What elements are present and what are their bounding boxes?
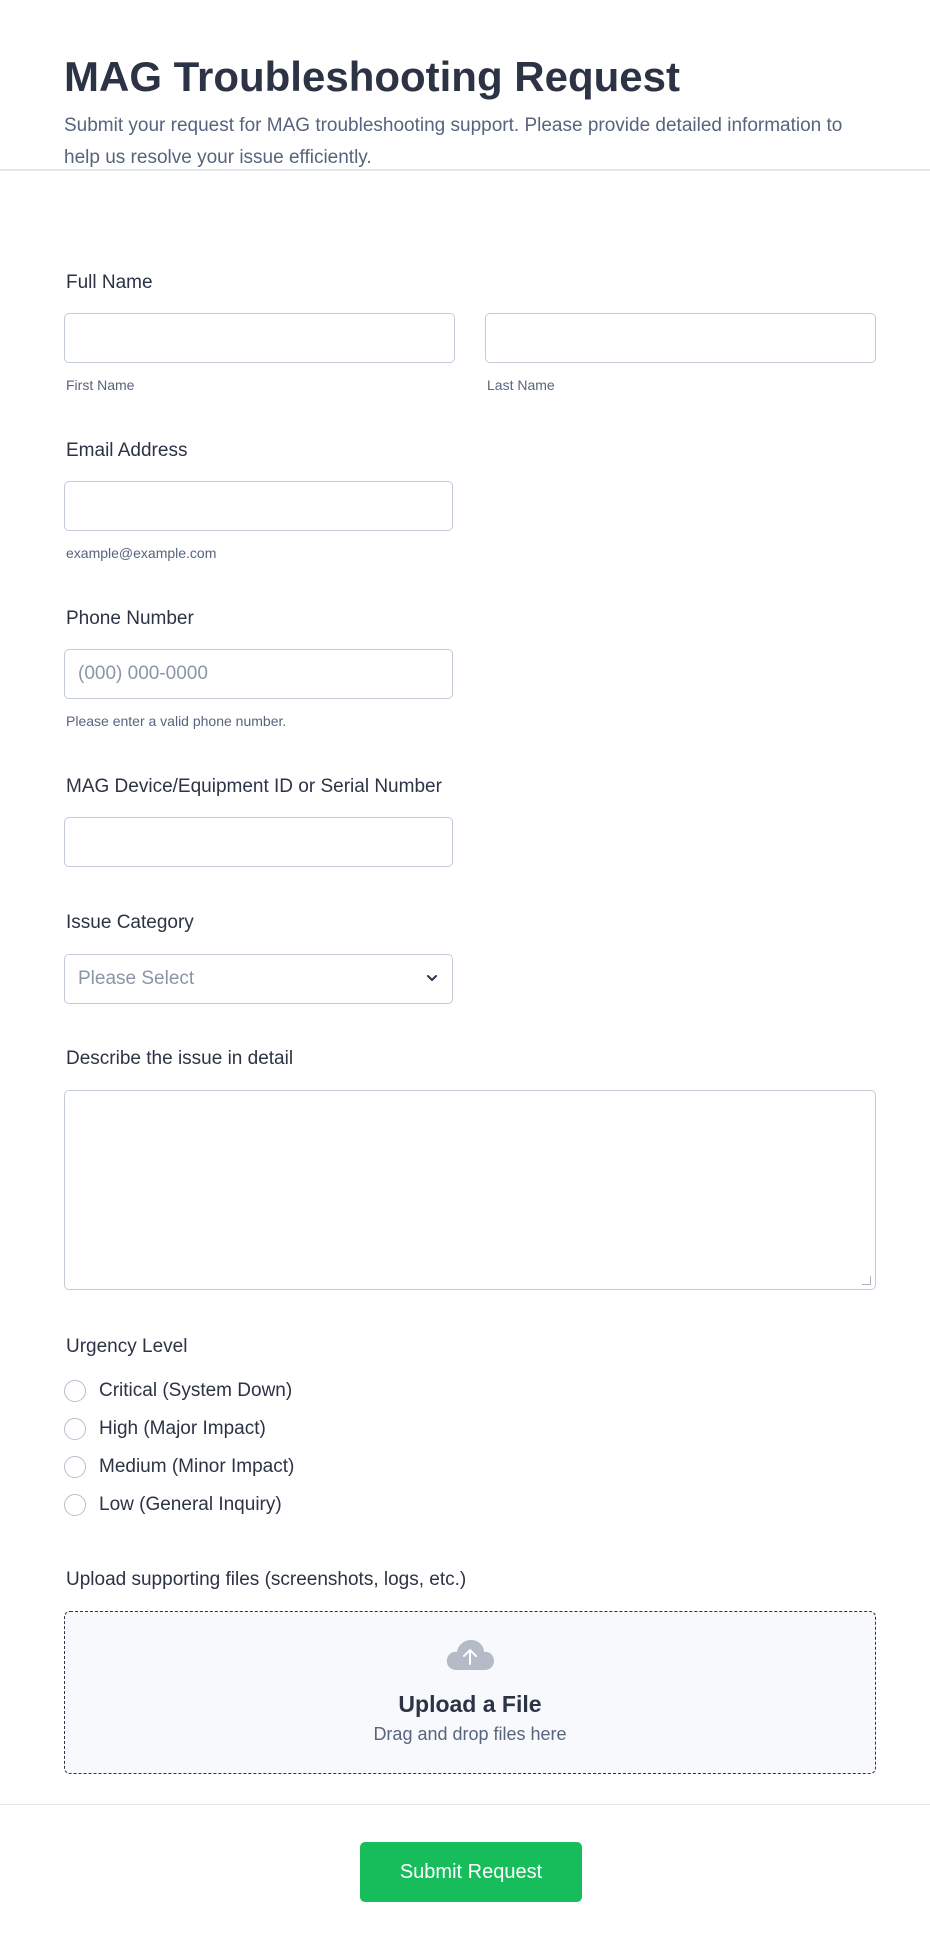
- phone-label: Phone Number: [66, 608, 194, 629]
- email-sublabel: example@example.com: [66, 545, 217, 561]
- form-header: MAG Troubleshooting Request Submit your …: [0, 0, 930, 171]
- urgency-option-label: Low (General Inquiry): [99, 1494, 282, 1515]
- first-name-input[interactable]: [64, 313, 455, 363]
- description-textarea[interactable]: [64, 1090, 876, 1290]
- radio-button[interactable]: [64, 1494, 86, 1516]
- last-name-sublabel: Last Name: [487, 377, 555, 393]
- phone-placeholder: (000) 000-0000: [78, 663, 208, 684]
- email-input[interactable]: [64, 481, 453, 531]
- upload-subtitle: Drag and drop files here: [373, 1724, 567, 1744]
- urgency-option-label: High (Major Impact): [99, 1418, 266, 1439]
- urgency-option-critical[interactable]: Critical (System Down): [64, 1372, 294, 1410]
- device-id-label: MAG Device/Equipment ID or Serial Number: [66, 776, 442, 797]
- page-title: MAG Troubleshooting Request: [64, 53, 680, 100]
- page-subtitle: Submit your request for MAG troubleshoot…: [64, 115, 843, 168]
- phone-input[interactable]: (000) 000-0000: [64, 649, 453, 699]
- chevron-down-icon: [427, 975, 437, 981]
- submit-button[interactable]: Submit Request: [360, 1842, 582, 1902]
- issue-category-label: Issue Category: [66, 912, 194, 933]
- upload-title: Upload a File: [398, 1691, 542, 1717]
- phone-sublabel: Please enter a valid phone number.: [66, 713, 287, 729]
- radio-button[interactable]: [64, 1418, 86, 1440]
- urgency-option-low[interactable]: Low (General Inquiry): [64, 1486, 294, 1524]
- email-label: Email Address: [66, 440, 188, 461]
- first-name-sublabel: First Name: [66, 377, 135, 393]
- resize-handle-icon[interactable]: [862, 1276, 871, 1285]
- urgency-option-medium[interactable]: Medium (Minor Impact): [64, 1448, 294, 1486]
- urgency-label: Urgency Level: [66, 1336, 188, 1357]
- issue-category-selected: Please Select: [78, 968, 195, 989]
- file-upload-dropzone[interactable]: Upload a File Drag and drop files here: [64, 1611, 876, 1774]
- footer-divider: [0, 1804, 930, 1805]
- device-id-input[interactable]: [64, 817, 453, 867]
- cloud-upload-icon: [446, 1640, 494, 1670]
- urgency-option-high[interactable]: High (Major Impact): [64, 1410, 294, 1448]
- urgency-option-label: Medium (Minor Impact): [99, 1456, 295, 1477]
- urgency-radio-group: Critical (System Down) High (Major Impac…: [64, 1372, 294, 1524]
- radio-button[interactable]: [64, 1380, 86, 1402]
- full-name-label: Full Name: [66, 272, 153, 293]
- issue-category-select[interactable]: Please Select: [64, 954, 453, 1004]
- urgency-option-label: Critical (System Down): [99, 1380, 293, 1401]
- upload-label: Upload supporting files (screenshots, lo…: [66, 1569, 467, 1590]
- radio-button[interactable]: [64, 1456, 86, 1478]
- last-name-input[interactable]: [485, 313, 876, 363]
- description-label: Describe the issue in detail: [66, 1048, 294, 1069]
